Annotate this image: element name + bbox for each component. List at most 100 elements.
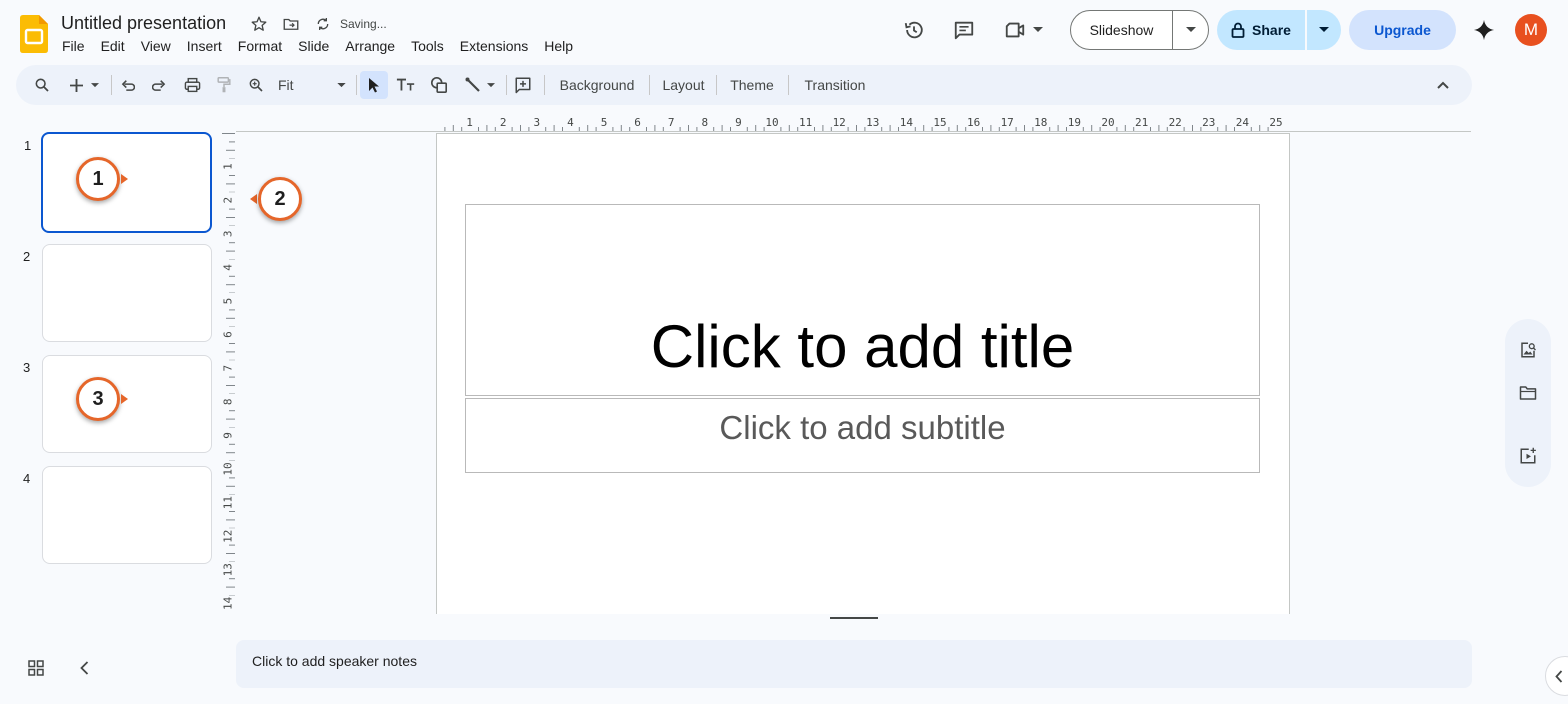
ruler-label: 13 — [222, 563, 235, 576]
ruler-label: 1 — [222, 163, 235, 170]
version-history-button[interactable] — [894, 10, 934, 50]
upgrade-button[interactable]: Upgrade — [1349, 10, 1456, 50]
zoom-button[interactable] — [244, 65, 268, 105]
ruler-label: 22 — [1169, 116, 1182, 129]
step-marker: 3 — [76, 377, 128, 421]
menu-format[interactable]: Format — [230, 37, 290, 55]
search-menus-button[interactable] — [28, 65, 56, 105]
print-icon — [184, 77, 200, 93]
toolbar: Fit Background Layout Theme Transition — [16, 65, 1472, 105]
transition-label: Transition — [804, 77, 866, 93]
share-button-group: Share — [1217, 10, 1341, 50]
paint-roller-icon — [217, 77, 231, 93]
ruler-label: 14 — [900, 116, 914, 129]
comments-button[interactable] — [944, 10, 984, 50]
speaker-notes[interactable]: Click to add speaker notes — [236, 640, 1472, 688]
ruler-label: 9 — [735, 116, 742, 129]
shape-button[interactable] — [427, 65, 451, 105]
slideshow-options-button[interactable] — [1173, 11, 1208, 49]
ruler-label: 2 — [222, 197, 235, 204]
zoom-select[interactable]: Fit — [276, 65, 348, 105]
text-box-button[interactable] — [394, 65, 418, 105]
account-avatar[interactable]: M — [1515, 14, 1547, 46]
slide-number: 3 — [23, 360, 31, 375]
save-status: Saving... — [340, 17, 387, 31]
menu-extensions[interactable]: Extensions — [452, 37, 536, 55]
plus-icon — [69, 78, 83, 92]
ruler-label: 11 — [799, 116, 812, 129]
menu-tools[interactable]: Tools — [403, 37, 452, 55]
gemini-button[interactable] — [1464, 10, 1504, 50]
ruler-label: 7 — [222, 365, 235, 372]
paint-format-button[interactable] — [212, 65, 236, 105]
transition-button[interactable]: Transition — [796, 65, 874, 105]
ruler-label: 4 — [567, 116, 574, 129]
drive-folder-button[interactable] — [1517, 382, 1539, 404]
ruler-label: 12 — [833, 116, 846, 129]
image-search-icon — [1521, 342, 1536, 358]
move-to-folder-icon[interactable] — [280, 13, 302, 35]
sparkle-icon — [1473, 19, 1495, 41]
meet-button[interactable] — [1003, 10, 1051, 50]
slide-thumbnail[interactable] — [42, 466, 212, 564]
line-icon — [465, 77, 480, 92]
ruler-label: 7 — [668, 116, 675, 129]
sync-icon — [312, 13, 334, 35]
menu-view[interactable]: View — [133, 37, 179, 55]
layout-button[interactable]: Layout — [655, 65, 712, 105]
step-marker-label: 2 — [258, 177, 302, 221]
share-options-button[interactable] — [1307, 10, 1341, 50]
lock-icon — [1231, 22, 1245, 38]
menu-file[interactable]: File — [54, 37, 93, 55]
ruler-label: 10 — [222, 462, 235, 475]
collapse-filmstrip-button[interactable] — [74, 658, 94, 678]
notes-resize-handle[interactable] — [830, 617, 878, 619]
caret-down-icon — [337, 82, 346, 87]
zoom-value: Fit — [278, 77, 294, 93]
slide-thumbnail[interactable] — [42, 244, 212, 342]
redo-icon — [152, 80, 166, 91]
collapse-toolbar-button[interactable] — [1430, 65, 1456, 105]
slide-number: 4 — [23, 471, 31, 486]
caret-down-icon — [1033, 27, 1043, 32]
print-button[interactable] — [180, 65, 204, 105]
chevron-up-icon — [1437, 81, 1449, 89]
chevron-left-icon — [1555, 669, 1563, 683]
insert-comment-button[interactable] — [511, 65, 535, 105]
show-side-panel-button[interactable] — [1545, 656, 1568, 696]
ruler-label: 19 — [1068, 116, 1081, 129]
step-marker-label: 1 — [76, 157, 120, 201]
new-slide-button[interactable] — [64, 65, 104, 105]
grid-view-button[interactable] — [26, 658, 46, 678]
redo-button[interactable] — [147, 65, 171, 105]
menu-arrange[interactable]: Arrange — [337, 37, 403, 55]
menu-slide[interactable]: Slide — [290, 37, 337, 55]
share-button[interactable]: Share — [1217, 10, 1307, 50]
undo-button[interactable] — [116, 65, 140, 105]
document-title[interactable]: Untitled presentation — [61, 13, 226, 34]
title-placeholder[interactable]: Click to add title — [465, 204, 1260, 396]
speaker-notes-placeholder: Click to add speaker notes — [252, 653, 417, 669]
theme-button[interactable]: Theme — [724, 65, 780, 105]
slideshow-button[interactable]: Slideshow — [1071, 11, 1173, 49]
subtitle-placeholder[interactable]: Click to add subtitle — [465, 398, 1260, 473]
menu-help[interactable]: Help — [536, 37, 581, 55]
ruler-label: 4 — [222, 264, 235, 271]
ruler-label: 8 — [701, 116, 708, 129]
add-video-button[interactable] — [1517, 445, 1539, 467]
ruler-label: 3 — [222, 230, 235, 237]
slides-logo-icon[interactable] — [20, 15, 48, 53]
select-tool-button[interactable] — [360, 71, 388, 99]
star-icon[interactable] — [248, 13, 270, 35]
menu-insert[interactable]: Insert — [179, 37, 230, 55]
background-button[interactable]: Background — [552, 65, 642, 105]
line-button[interactable] — [460, 65, 500, 105]
add-comment-icon — [515, 77, 531, 94]
grid-icon — [28, 660, 44, 676]
background-label: Background — [559, 77, 635, 93]
image-search-button[interactable] — [1517, 339, 1539, 361]
video-add-icon — [1520, 447, 1536, 464]
menu-edit[interactable]: Edit — [93, 37, 133, 55]
ruler-label: 8 — [222, 398, 235, 405]
menu-bar: File Edit View Insert Format Slide Arran… — [54, 37, 581, 55]
